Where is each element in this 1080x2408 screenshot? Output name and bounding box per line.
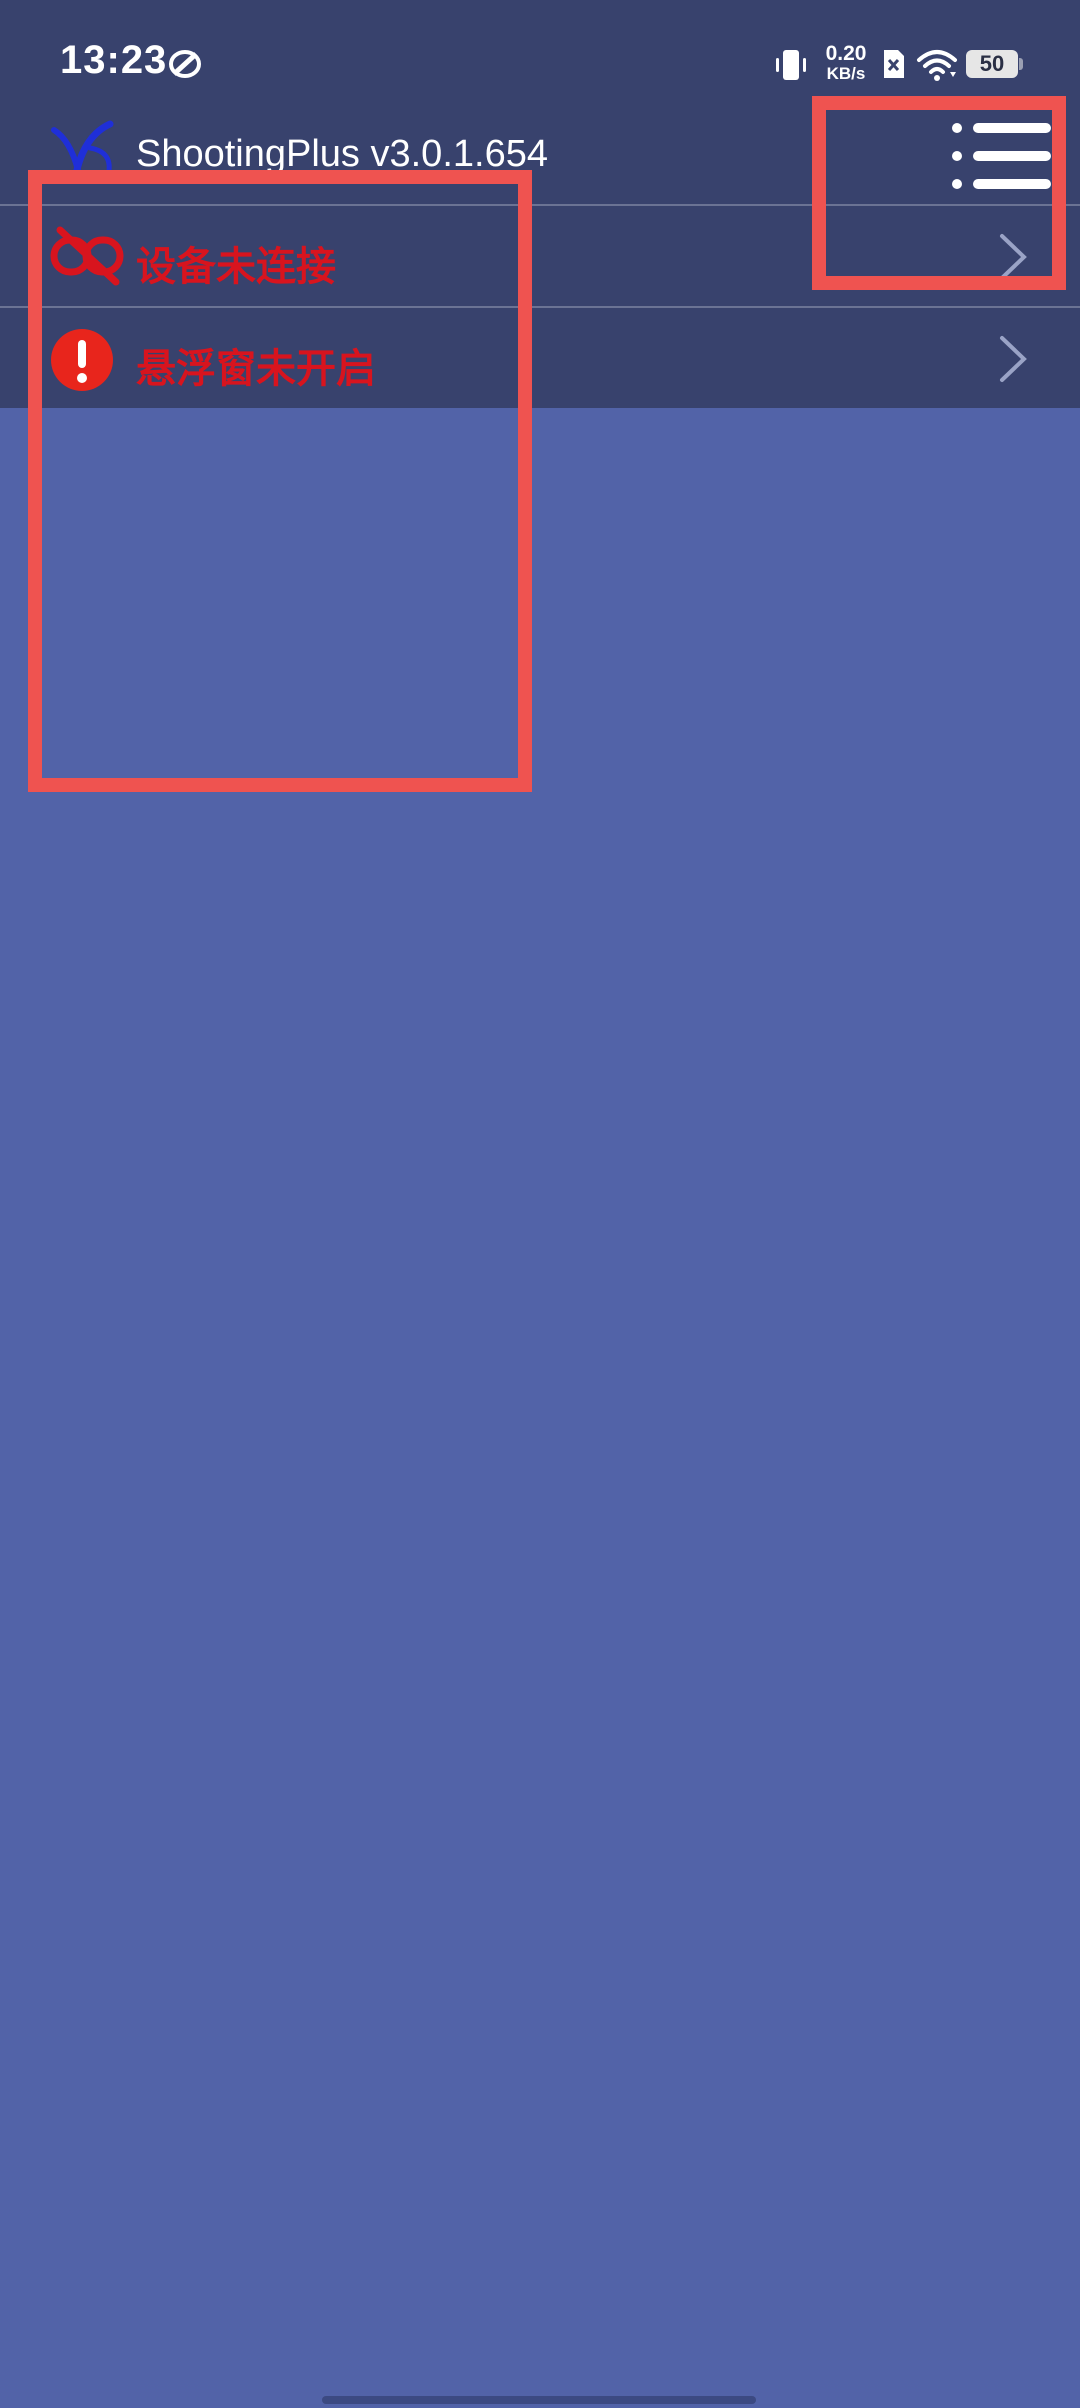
alert-circle-icon (51, 329, 113, 391)
device-connection-label: 设备未连接 (136, 244, 336, 290)
app-title: ShootingPlus v3.0.1.654 (136, 133, 548, 175)
battery-tip (1019, 58, 1023, 70)
network-speed-unit: KB/s (826, 64, 866, 83)
battery-icon: 50 (966, 50, 1018, 78)
device-connection-row[interactable]: 设备未连接 (0, 206, 1080, 306)
menu-list-icon (952, 123, 1051, 189)
vibrate-icon (776, 50, 806, 80)
network-speed: 0.20 KB/s (818, 42, 874, 84)
sim-none-icon (884, 50, 904, 78)
status-time: 13:23 (60, 38, 168, 82)
shootingplus-logo-icon (51, 120, 114, 179)
chevron-right-icon (1000, 336, 1027, 382)
wifi-icon (917, 50, 957, 81)
floating-window-row[interactable]: 悬浮窗未开启 (0, 308, 1080, 408)
menu-button[interactable] (944, 118, 1054, 198)
home-indicator[interactable] (322, 2396, 756, 2404)
floating-window-label: 悬浮窗未开启 (136, 346, 376, 392)
network-speed-value: 0.20 (825, 42, 867, 65)
app-notification-icon (169, 50, 201, 78)
link-broken-icon (50, 226, 124, 286)
chevron-right-icon (1000, 234, 1027, 280)
status-bar: 13:23 0.20 KB/s 50 (0, 0, 1080, 120)
